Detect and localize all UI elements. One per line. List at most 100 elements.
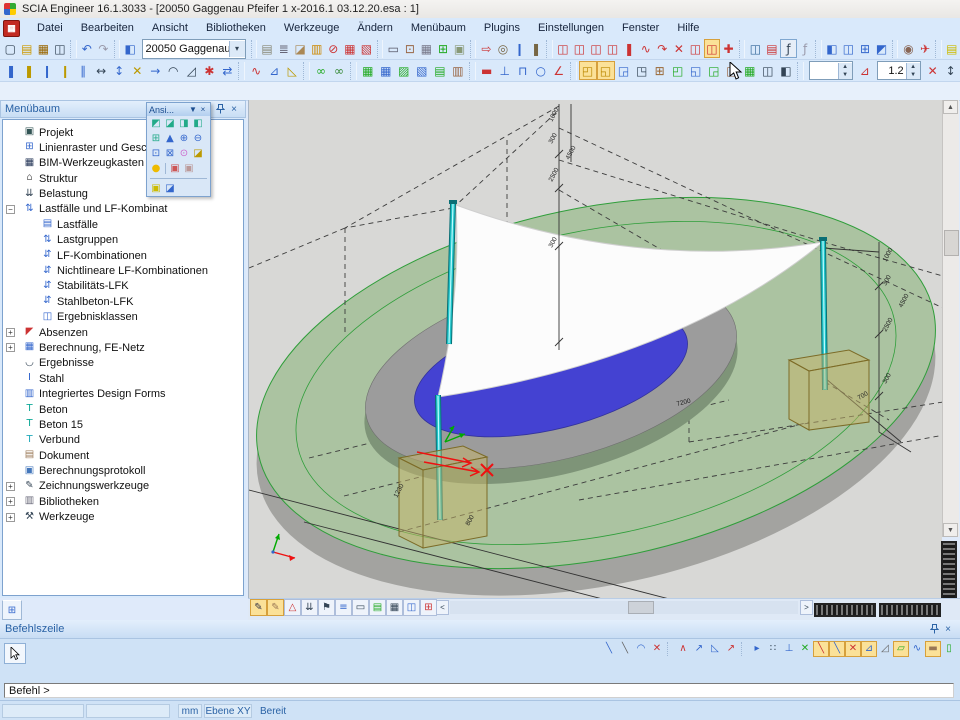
project-archive-button[interactable]: ▦ [35, 39, 52, 58]
angle-track-button[interactable]: ↗ [723, 641, 739, 657]
fem-display-3-button[interactable]: ◲ [615, 61, 633, 80]
dim-perpendicular-button[interactable]: ⊥ [496, 61, 514, 80]
expand-icon[interactable]: + [6, 328, 15, 337]
palette-header[interactable]: Ansi... ▼ × [147, 103, 210, 116]
sidebar-item-ergebnisse[interactable]: ◡Ergebnisse [3, 356, 243, 371]
render-fast-button[interactable]: ✎ [267, 599, 284, 616]
zoom-all-button[interactable]: ⊠ [163, 147, 177, 160]
sidebar-item-werkzeuge[interactable]: +⚒Werkzeuge [3, 510, 243, 525]
expand-icon[interactable]: + [6, 482, 15, 491]
sidebar-item-dokument[interactable]: ▤Dokument [3, 448, 243, 463]
command-input[interactable]: Befehl > [4, 683, 954, 698]
hscroll-thumb[interactable] [628, 601, 654, 614]
angle-lock-button[interactable]: ◺ [707, 641, 723, 657]
snap-off-button[interactable]: ✕ [649, 641, 665, 657]
move-node-button[interactable]: ❚ [2, 61, 20, 80]
sidebar-item-zeichnungswerkzeuge[interactable]: +✎Zeichnungswerkzeuge [3, 479, 243, 494]
sidebar-item-lastgruppen[interactable]: ⇅Lastgruppen [3, 233, 243, 248]
fx-on-button[interactable]: ƒ [780, 39, 797, 58]
clip-box-button[interactable]: ◪ [191, 147, 205, 160]
scale-button[interactable]: ↔ [92, 61, 110, 80]
document-zoom-button[interactable]: ◎ [495, 39, 512, 58]
dim-line-button[interactable]: ▬ [478, 61, 496, 80]
angle-free-button[interactable]: ∧ [675, 641, 691, 657]
fly-mode-button[interactable]: ✈ [917, 39, 934, 58]
stretch-button[interactable]: ↕ [110, 61, 128, 80]
bim-toolbox-button[interactable]: ▤ [259, 39, 276, 58]
load-panel-7-button[interactable]: ↷ [654, 39, 671, 58]
sidebar-item-stabilit-ts-lfk[interactable]: ⇵Stabilitäts-LFK [3, 279, 243, 294]
vertex-edit-button[interactable]: ⊿ [265, 61, 283, 80]
sidebar-item-lf-kombinationen[interactable]: ⇵LF-Kombinationen [3, 248, 243, 263]
show-params-button[interactable]: ◫ [403, 599, 420, 616]
layers-button[interactable]: ≣ [275, 39, 292, 58]
vscroll-thumb[interactable] [944, 230, 959, 256]
table-input-button[interactable]: ▦ [342, 39, 359, 58]
calculator-button[interactable]: ▦ [418, 39, 435, 58]
load-panel-3-button[interactable]: ◫ [588, 39, 605, 58]
hscroll-left-button[interactable]: < [436, 600, 449, 615]
window-grid-button[interactable]: ⊞ [857, 39, 874, 58]
snap-segment-button[interactable]: ╲ [617, 641, 633, 657]
dim-bracket-button[interactable]: ⊓ [514, 61, 532, 80]
zoom-window-button[interactable]: ⊡ [149, 147, 163, 160]
show-all-button[interactable]: ∞ [312, 61, 330, 80]
redo-button[interactable]: ↷ [95, 39, 112, 58]
selection-mode-button[interactable] [4, 643, 26, 664]
menu-item-datei[interactable]: Datei [28, 20, 72, 36]
copy-button[interactable]: ❚ [20, 61, 38, 80]
sidebar-item-integriertes-design-forms[interactable]: ▥Integriertes Design Forms [3, 387, 243, 402]
rotate-button[interactable]: ❙ [56, 61, 74, 80]
sidebar-item-berechnungsprotokoll[interactable]: ▣Berechnungsprotokoll [3, 464, 243, 479]
viewport[interactable]: 1000300450025003001000300450025003007001… [248, 100, 942, 598]
dim-circle-button[interactable]: ○ [532, 61, 550, 80]
zoom-stripe-h1[interactable] [814, 603, 876, 617]
snap-table-button[interactable]: ▯ [941, 641, 957, 657]
document-check-button[interactable]: ▣ [451, 39, 468, 58]
menubaum-tab[interactable]: ⊞ [2, 600, 22, 620]
load-panel-4-button[interactable]: ◫ [604, 39, 621, 58]
clipboard-button[interactable]: ▥ [308, 39, 325, 58]
extend-button[interactable]: → [146, 61, 164, 80]
menu-item-bibliotheken[interactable]: Bibliotheken [197, 20, 275, 36]
pin-icon[interactable] [213, 103, 227, 116]
dim-angle-button[interactable]: ∠ [550, 61, 568, 80]
table-f-button[interactable]: ▥ [449, 61, 467, 80]
profile-b-button[interactable]: ❚ [528, 39, 545, 58]
close-icon[interactable]: × [227, 103, 241, 116]
menu-item-einstellungen[interactable]: Einstellungen [529, 20, 613, 36]
collapse-icon[interactable]: − [6, 205, 15, 214]
table-results-button[interactable]: ▧ [358, 39, 375, 58]
cross-size-button[interactable]: ✕ [924, 61, 942, 80]
fem-display-9-button[interactable]: ◳ [723, 61, 741, 80]
dot-grid-button[interactable]: ∷ [765, 641, 781, 657]
hscroll-right-button[interactable]: > [800, 600, 813, 615]
walk-mode-button[interactable]: ▲ [163, 132, 177, 145]
chevron-down-icon[interactable]: ▼ [188, 105, 198, 114]
sidebar-item-lastf-lle-und-lf-kombinat[interactable]: −⇅Lastfälle und LF-Kombinat [3, 202, 243, 217]
scroll-down-arrow[interactable]: ▼ [943, 523, 958, 537]
snap-endpoint-button[interactable]: ╲ [813, 641, 829, 657]
coords-info-button[interactable]: ▣ [149, 182, 163, 195]
menu-item-men-baum[interactable]: Menübaum [402, 20, 475, 36]
load-panel-2-button[interactable]: ◫ [571, 39, 588, 58]
expand-icon[interactable]: + [6, 343, 15, 352]
sidebar-item-ergebnisklassen[interactable]: ◫Ergebnisklassen [3, 310, 243, 325]
fem-display-2-button[interactable]: ◱ [597, 61, 615, 80]
fem-display-10-button[interactable]: ▦ [741, 61, 759, 80]
delete-aux-button[interactable]: ✕ [797, 641, 813, 657]
open-project-button[interactable]: ▤ [19, 39, 36, 58]
wireframe-mode-button[interactable]: ✎ [250, 599, 267, 616]
fx-off-button[interactable]: ƒ [797, 39, 814, 58]
expand-icon[interactable]: + [6, 513, 15, 522]
window-horizontal-button[interactable]: ◫ [840, 39, 857, 58]
load-panel-9-button[interactable]: ◫ [687, 39, 704, 58]
menu-item-plugins[interactable]: Plugins [475, 20, 529, 36]
load-panel-1-button[interactable]: ◫ [555, 39, 572, 58]
zoom-out-button[interactable]: ⊖ [191, 132, 205, 145]
snap-midpoint-button[interactable]: ╲ [829, 641, 845, 657]
close-icon[interactable]: × [941, 623, 955, 636]
table-c-button[interactable]: ▨ [395, 61, 413, 80]
sidebar-item-absenzen[interactable]: +◤Absenzen [3, 325, 243, 340]
table-d-button[interactable]: ▧ [413, 61, 431, 80]
